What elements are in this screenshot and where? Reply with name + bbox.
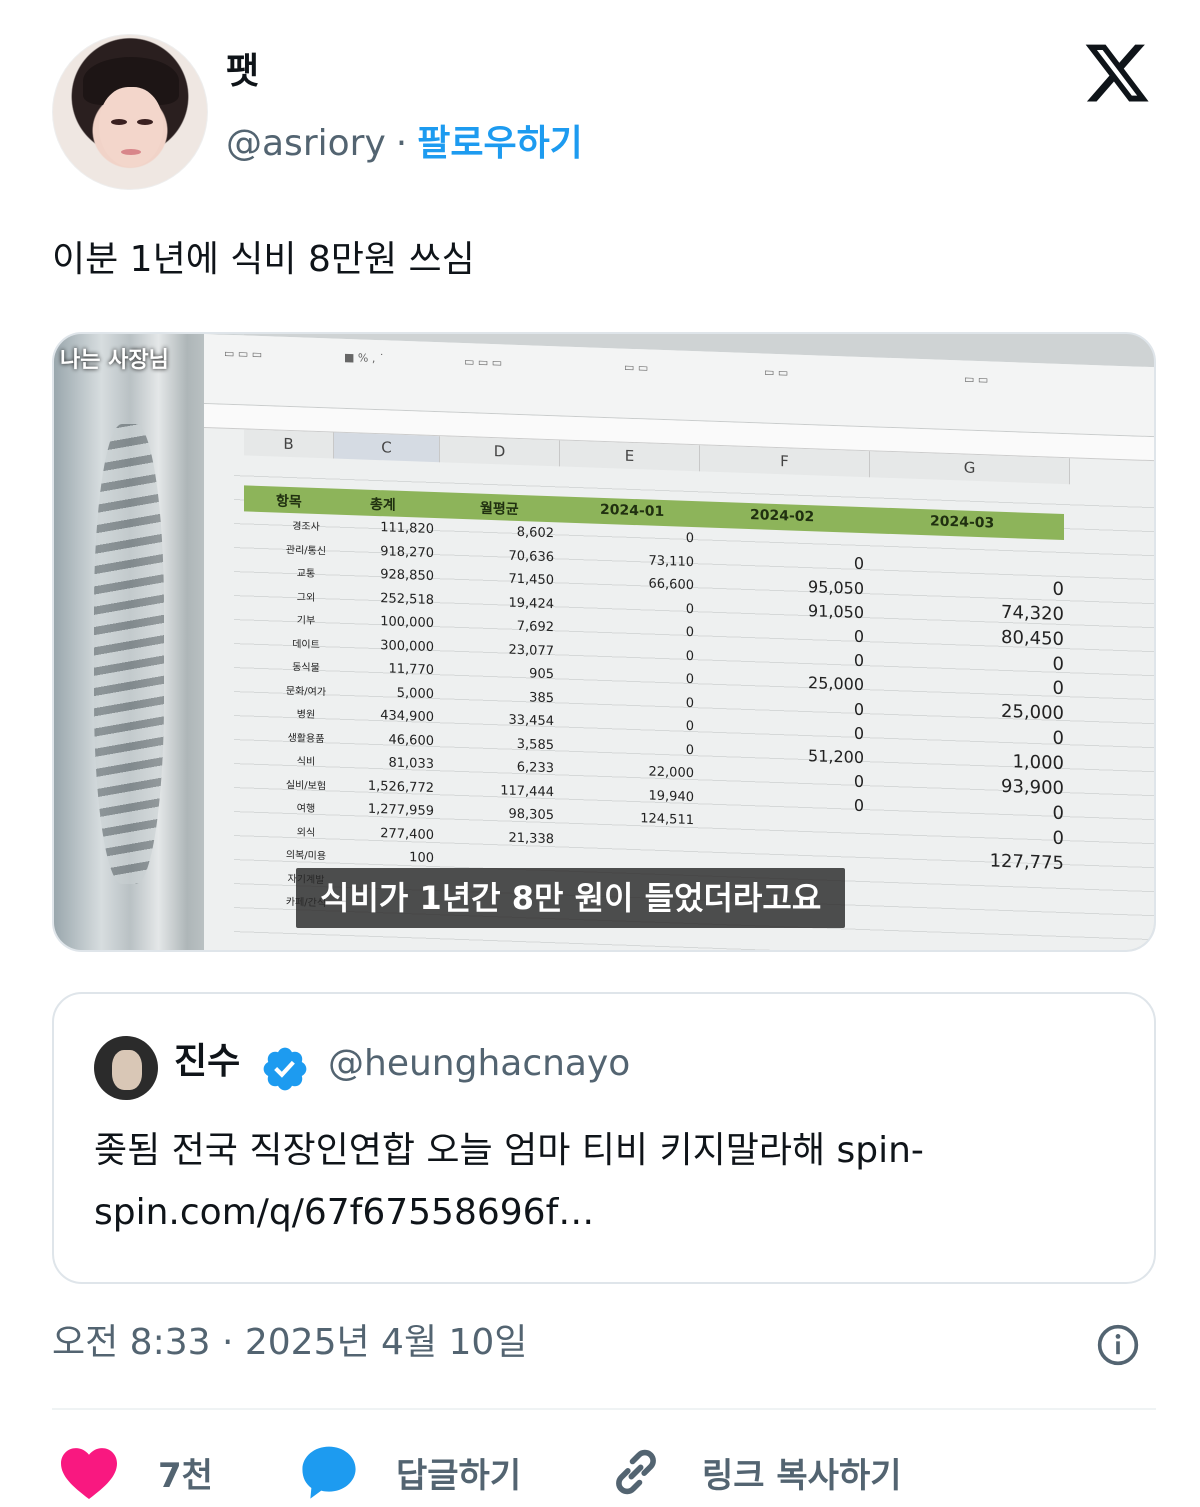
sheet-category-cell: 동식물 xyxy=(292,662,320,675)
spreadsheet-photo: ▭ ▭ ▭ ■ % , ˙ ▭ ▭ ▭ ▭ ▭ ▭ ▭ ▭ ▭ B C D E F G … xyxy=(204,334,1154,950)
verified-badge-icon xyxy=(263,1047,307,1091)
sheet-category-cell: 여행 xyxy=(296,803,316,815)
x-logo-icon[interactable] xyxy=(1080,38,1154,108)
sheet-category-cell: 그외 xyxy=(296,591,316,604)
info-icon[interactable] xyxy=(1096,1323,1140,1367)
sheet-category-cell: 식비 xyxy=(296,756,316,768)
copy-link-label: 링크 복사하기 xyxy=(702,1455,902,1496)
follow-button[interactable]: 팔로우하기 xyxy=(417,123,583,164)
author-handle[interactable]: @asriory xyxy=(226,123,386,164)
reply-label: 답글하기 xyxy=(396,1455,522,1496)
separator-dot: · xyxy=(395,123,408,164)
quoted-tweet[interactable]: 진수 @heunghacnayo 좆됨 전국 직장인연합 오늘 엄마 티비 키지… xyxy=(52,992,1156,1284)
tweet-card: 팻 @asriory · 팔로우하기 이분 1년에 식비 8만원 쓰심 ▭ ▭ ▭ ■… xyxy=(0,0,1200,1507)
author-display-name[interactable]: 팻 xyxy=(226,50,259,94)
sheet-category-cell: 문화/여가 xyxy=(285,685,327,698)
sheet-header-2024-02: 2024-02 xyxy=(750,507,815,526)
quoted-author-handle[interactable]: @heunghacnayo xyxy=(328,1040,630,1088)
sheet-total-cell: 46,600 xyxy=(388,731,435,749)
quoted-tweet-text: 좆됨 전국 직장인연합 오늘 엄마 티비 키지말라해 spin-spin.com… xyxy=(94,1130,924,1233)
sheet-category-cell: 관리/통신 xyxy=(285,544,327,557)
sheet-header-2024-03: 2024-03 xyxy=(930,513,995,532)
heart-icon xyxy=(61,1448,117,1499)
channel-watermark: 나는 사장님 xyxy=(60,348,169,373)
video-subtitle: 식비가 1년간 8만 원이 들었더라고요 xyxy=(296,868,846,928)
author-avatar[interactable] xyxy=(52,34,208,190)
sheet-total-cell: 277,400 xyxy=(380,825,434,843)
divider xyxy=(52,1408,1156,1410)
tweet-media-image[interactable]: ▭ ▭ ▭ ■ % , ˙ ▭ ▭ ▭ ▭ ▭ ▭ ▭ ▭ ▭ B C D E F G … xyxy=(52,332,1156,952)
sheet-category-cell: 실비/보험 xyxy=(285,779,327,792)
link-icon xyxy=(616,1449,656,1495)
like-button[interactable]: 7천 xyxy=(58,1440,213,1504)
sheet-total-cell: 252,518 xyxy=(380,590,434,608)
sheet-total-cell: 300,000 xyxy=(380,637,434,655)
sheet-total-cell: 11,770 xyxy=(388,661,435,679)
sheet-header-avg: 월평균 xyxy=(480,500,519,518)
sheet-total-cell: 100,000 xyxy=(380,614,434,632)
sheet-total-cell: 918,270 xyxy=(380,543,434,561)
col-header-c: C xyxy=(334,432,440,463)
sheet-total-cell: 111,820 xyxy=(380,520,434,538)
sheet-category-cell: 기부 xyxy=(296,615,316,627)
sheet-category-cell: 의복/미용 xyxy=(285,849,327,863)
sheet-category-cell: 외식 xyxy=(296,826,316,839)
reply-button[interactable]: 답글하기 xyxy=(300,1440,521,1504)
tweet-text: 이분 1년에 식비 8만원 쓰심 xyxy=(52,239,475,280)
reply-bubble-icon xyxy=(302,1446,356,1499)
sheet-category-cell: 생활용품 xyxy=(287,732,325,745)
sheet-header-2024-01: 2024-01 xyxy=(600,501,665,521)
author-handle-row: @asriory · 팔로우하기 xyxy=(226,120,583,168)
like-count: 7천 xyxy=(158,1455,213,1496)
quoted-author-name[interactable]: 진수 xyxy=(174,1038,240,1086)
sheet-category-cell: 데이트 xyxy=(292,638,320,651)
copy-link-button[interactable]: 링크 복사하기 xyxy=(608,1440,902,1504)
sheet-total-cell: 434,900 xyxy=(380,708,434,726)
sheet-total-cell: 1,277,959 xyxy=(367,801,434,820)
tweet-timestamp[interactable]: 오전 8:33 · 2025년 4월 10일 xyxy=(52,1318,527,1368)
sheet-header-total: 총계 xyxy=(370,496,396,514)
sheet-total-cell: 928,850 xyxy=(380,567,434,585)
sheet-total-cell: 81,033 xyxy=(388,755,435,773)
col-header-b: B xyxy=(244,429,334,459)
sheet-category-cell: 경조사 xyxy=(292,521,320,534)
sheet-category-cell: 병원 xyxy=(296,709,316,721)
sheet-category-cell: 교통 xyxy=(296,568,316,580)
sheet-header-item: 항목 xyxy=(276,493,302,511)
sheet-total-cell: 5,000 xyxy=(396,685,434,702)
quoted-author-avatar[interactable] xyxy=(94,1036,158,1100)
sheet-total-cell: 100 xyxy=(409,850,434,867)
sheet-total-cell: 1,526,772 xyxy=(367,778,434,796)
